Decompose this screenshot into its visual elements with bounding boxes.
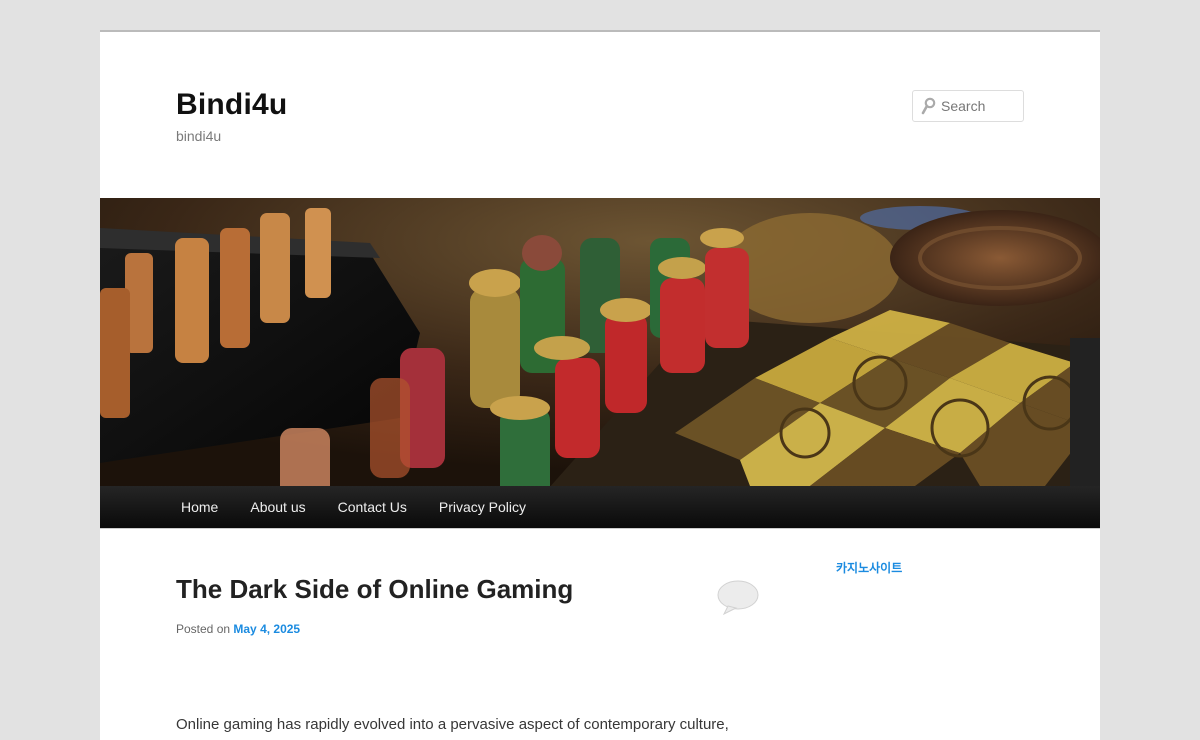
- nav-item-home[interactable]: Home: [165, 486, 234, 528]
- page: Bindi4u bindi4u Search Home About us Con…: [100, 30, 1100, 740]
- main-navigation: Home About us Contact Us Privacy Policy: [100, 486, 1100, 529]
- posted-on-label: Posted on: [176, 622, 231, 636]
- post-excerpt: Online gaming has rapidly evolved into a…: [176, 716, 729, 733]
- post-title[interactable]: The Dark Side of Online Gaming: [176, 574, 573, 605]
- chess-set-illustration: [100, 198, 1100, 486]
- nav-item-contact-us[interactable]: Contact Us: [322, 486, 423, 528]
- site-description: bindi4u: [176, 128, 222, 144]
- entry-meta: Posted on May 4, 2025: [176, 622, 300, 636]
- sidebar-link[interactable]: 카지노사이트: [836, 559, 902, 576]
- header-banner-image[interactable]: [100, 198, 1100, 486]
- comment-bubble-icon[interactable]: [716, 579, 760, 615]
- nav-item-privacy-policy[interactable]: Privacy Policy: [423, 486, 542, 528]
- search-icon: [921, 97, 936, 115]
- site-title[interactable]: Bindi4u: [176, 88, 287, 122]
- nav-item-about-us[interactable]: About us: [234, 486, 321, 528]
- post-date-link[interactable]: May 4, 2025: [233, 622, 300, 636]
- search-input[interactable]: [941, 97, 1019, 115]
- search-form[interactable]: [912, 90, 1024, 122]
